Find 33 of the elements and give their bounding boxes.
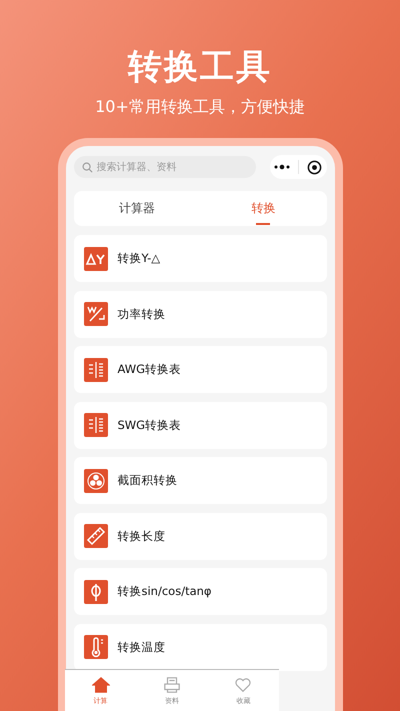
tab[interactable]: 计算器 [74,191,200,226]
page-subtitle: 10+常用转换工具，方便快捷 [95,96,305,118]
printer-icon [162,676,181,694]
tool-item[interactable]: 截面积转换 [74,457,326,504]
tool-item[interactable]: 转换长度 [74,512,326,560]
heart-icon [234,676,252,694]
tool-label: 转换Y-△ [118,251,160,266]
search-field[interactable]: 搜索计算器、资料 [74,156,256,178]
fan-icon [84,468,108,492]
table-icon [84,413,108,437]
tool-item[interactable]: 转换sin/cos/tanφ [74,568,326,615]
ruler-icon [84,524,108,548]
phi-icon [84,580,108,604]
table-icon [84,358,108,382]
tool-item[interactable]: AWG转换表 [74,346,326,393]
tool-item[interactable]: 转换温度 [74,624,326,670]
tab[interactable]: 转换 [200,191,326,226]
tool-label: 转换sin/cos/tanφ [118,584,212,599]
more-icon[interactable] [274,164,290,170]
tool-label: 转换长度 [118,528,166,544]
home-icon [92,676,110,694]
tool-item[interactable]: 功率转换 [74,290,326,338]
thermometer-icon [84,635,108,659]
tool-item[interactable]: 转换Y-△ [74,235,326,282]
tool-label: 功率转换 [118,306,166,322]
tool-label: 截面积转换 [118,473,178,488]
page-title: 转换工具 [128,46,272,88]
slash-icon [84,302,108,326]
tool-label: SWG转换表 [118,418,182,432]
tool-label: AWG转换表 [118,362,182,377]
close-icon[interactable] [307,160,322,174]
tool-item[interactable]: SWG转换表 [74,402,326,448]
tool-label: 转换温度 [118,640,166,654]
